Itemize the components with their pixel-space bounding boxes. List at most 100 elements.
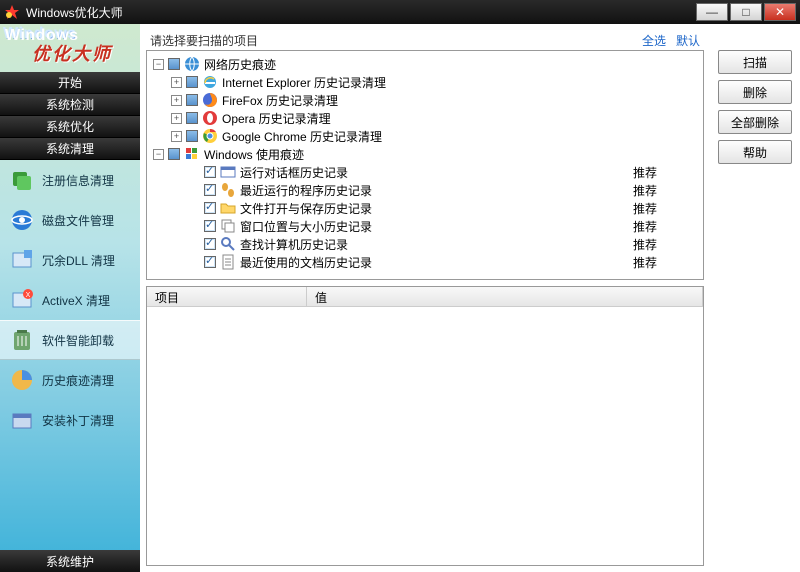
maximize-button[interactable]: □	[730, 3, 762, 21]
sidebar-item-label: 历史痕迹清理	[42, 372, 114, 389]
nav-tab-detect[interactable]: 系统检测	[0, 94, 140, 116]
tree-row[interactable]: 最近运行的程序历史记录 推荐	[153, 181, 697, 199]
recommended-tag: 推荐	[633, 182, 697, 199]
nav-tab-start[interactable]: 开始	[0, 72, 140, 94]
tree-row[interactable]: 运行对话框历史记录 推荐	[153, 163, 697, 181]
tree-label: Internet Explorer 历史记录清理	[222, 74, 386, 91]
expand-toggle[interactable]: −	[153, 59, 164, 70]
sidebar-item-0[interactable]: 注册信息清理	[0, 160, 140, 200]
search-icon	[220, 236, 236, 252]
scan-button[interactable]: 扫描	[718, 50, 792, 74]
nav-list: 注册信息清理磁盘文件管理冗余DLL 清理 XActiveX 清理软件智能卸载历史痕…	[0, 160, 140, 550]
tree-checkbox[interactable]	[186, 130, 198, 142]
result-table: 项目 值	[146, 286, 704, 566]
recommended-tag: 推荐	[633, 200, 697, 217]
sidebar-item-label: 冗余DLL 清理	[42, 252, 115, 269]
dialog-icon	[220, 164, 236, 180]
tree-checkbox[interactable]	[186, 76, 198, 88]
nav-tab-maintain[interactable]: 系统维护	[0, 550, 140, 572]
select-all-link[interactable]: 全选	[642, 32, 666, 49]
tree-checkbox[interactable]	[204, 202, 216, 214]
sidebar-item-4[interactable]: 软件智能卸载	[0, 320, 140, 360]
sidebar-item-label: 安装补丁清理	[42, 412, 114, 429]
tree-checkbox[interactable]	[204, 256, 216, 268]
sidebar: Windows 优化大师 开始 系统检测 系统优化 系统清理 注册信息清理磁盘文…	[0, 24, 140, 572]
tree-label: 文件打开与保存历史记录	[240, 200, 372, 217]
nav-icon: X	[10, 288, 34, 312]
delete-all-button[interactable]: 全部删除	[718, 110, 792, 134]
tree-row[interactable]: 查找计算机历史记录 推荐	[153, 235, 697, 253]
delete-button[interactable]: 删除	[718, 80, 792, 104]
column-value[interactable]: 值	[307, 287, 703, 306]
nav-icon	[10, 328, 34, 352]
expand-toggle[interactable]: −	[153, 149, 164, 160]
tree-label: 窗口位置与大小历史记录	[240, 218, 372, 235]
sidebar-item-1[interactable]: 磁盘文件管理	[0, 200, 140, 240]
nav-icon	[10, 408, 34, 432]
sidebar-item-3[interactable]: XActiveX 清理	[0, 280, 140, 320]
tree-checkbox[interactable]	[204, 220, 216, 232]
tree-checkbox[interactable]	[204, 238, 216, 250]
scan-tree[interactable]: − 网络历史痕迹 + Internet Explorer 历史记录清理+FireFox…	[146, 50, 704, 280]
close-button[interactable]: ✕	[764, 3, 796, 21]
tree-label: 运行对话框历史记录	[240, 164, 348, 181]
window-title: Windows优化大师	[26, 4, 696, 21]
tree-checkbox[interactable]	[186, 94, 198, 106]
tree-label: 最近运行的程序历史记录	[240, 182, 372, 199]
tree-row[interactable]: + Internet Explorer 历史记录清理	[153, 73, 697, 91]
nav-icon	[10, 208, 34, 232]
sidebar-item-label: 注册信息清理	[42, 172, 114, 189]
expand-toggle[interactable]: +	[171, 131, 182, 142]
tree-checkbox[interactable]	[204, 184, 216, 196]
recommended-tag: 推荐	[633, 218, 697, 235]
tree-checkbox[interactable]	[204, 166, 216, 178]
tree-checkbox[interactable]	[186, 112, 198, 124]
tree-row[interactable]: − Windows 使用痕迹	[153, 145, 697, 163]
result-body[interactable]	[147, 307, 703, 565]
expand-toggle[interactable]: +	[171, 77, 182, 88]
sidebar-item-2[interactable]: 冗余DLL 清理	[0, 240, 140, 280]
sidebar-item-6[interactable]: 安装补丁清理	[0, 400, 140, 440]
tree-row[interactable]: 窗口位置与大小历史记录 推荐	[153, 217, 697, 235]
tree-label: Windows 使用痕迹	[204, 146, 304, 163]
tree-row[interactable]: 文件打开与保存历史记录 推荐	[153, 199, 697, 217]
expand-toggle[interactable]: +	[171, 95, 182, 106]
recommended-tag: 推荐	[633, 164, 697, 181]
default-link[interactable]: 默认	[676, 32, 700, 49]
chrome-icon	[202, 128, 218, 144]
tree-label: 最近使用的文档历史记录	[240, 254, 372, 271]
column-item[interactable]: 项目	[147, 287, 307, 306]
tree-row[interactable]: 最近使用的文档历史记录 推荐	[153, 253, 697, 271]
minimize-button[interactable]: —	[696, 3, 728, 21]
tree-label: 查找计算机历史记录	[240, 236, 348, 253]
tree-row[interactable]: + Opera 历史记录清理	[153, 109, 697, 127]
app-icon	[4, 4, 20, 20]
sidebar-item-label: 软件智能卸载	[42, 332, 114, 349]
firefox-icon	[202, 92, 218, 108]
steps-icon	[220, 182, 236, 198]
expand-toggle[interactable]: +	[171, 113, 182, 124]
tree-label: 网络历史痕迹	[204, 56, 276, 73]
nav-icon	[10, 248, 34, 272]
sidebar-item-label: 磁盘文件管理	[42, 212, 114, 229]
tree-row[interactable]: − 网络历史痕迹	[153, 55, 697, 73]
tree-label: Google Chrome 历史记录清理	[222, 128, 382, 145]
window-icon	[220, 218, 236, 234]
nav-tab-optimize[interactable]: 系统优化	[0, 116, 140, 138]
globe-icon	[184, 56, 200, 72]
tree-row[interactable]: +FireFox 历史记录清理	[153, 91, 697, 109]
sidebar-item-5[interactable]: 历史痕迹清理	[0, 360, 140, 400]
help-button[interactable]: 帮助	[718, 140, 792, 164]
opera-icon	[202, 110, 218, 126]
tree-row[interactable]: + Google Chrome 历史记录清理	[153, 127, 697, 145]
nav-tab-clean[interactable]: 系统清理	[0, 138, 140, 160]
svg-text:X: X	[26, 292, 31, 299]
recommended-tag: 推荐	[633, 236, 697, 253]
nav-icon	[10, 368, 34, 392]
recommended-tag: 推荐	[633, 254, 697, 271]
tree-label: Opera 历史记录清理	[222, 110, 331, 127]
app-logo: Windows 优化大师	[0, 24, 140, 72]
tree-checkbox[interactable]	[168, 58, 180, 70]
nav-icon	[10, 168, 34, 192]
tree-checkbox[interactable]	[168, 148, 180, 160]
